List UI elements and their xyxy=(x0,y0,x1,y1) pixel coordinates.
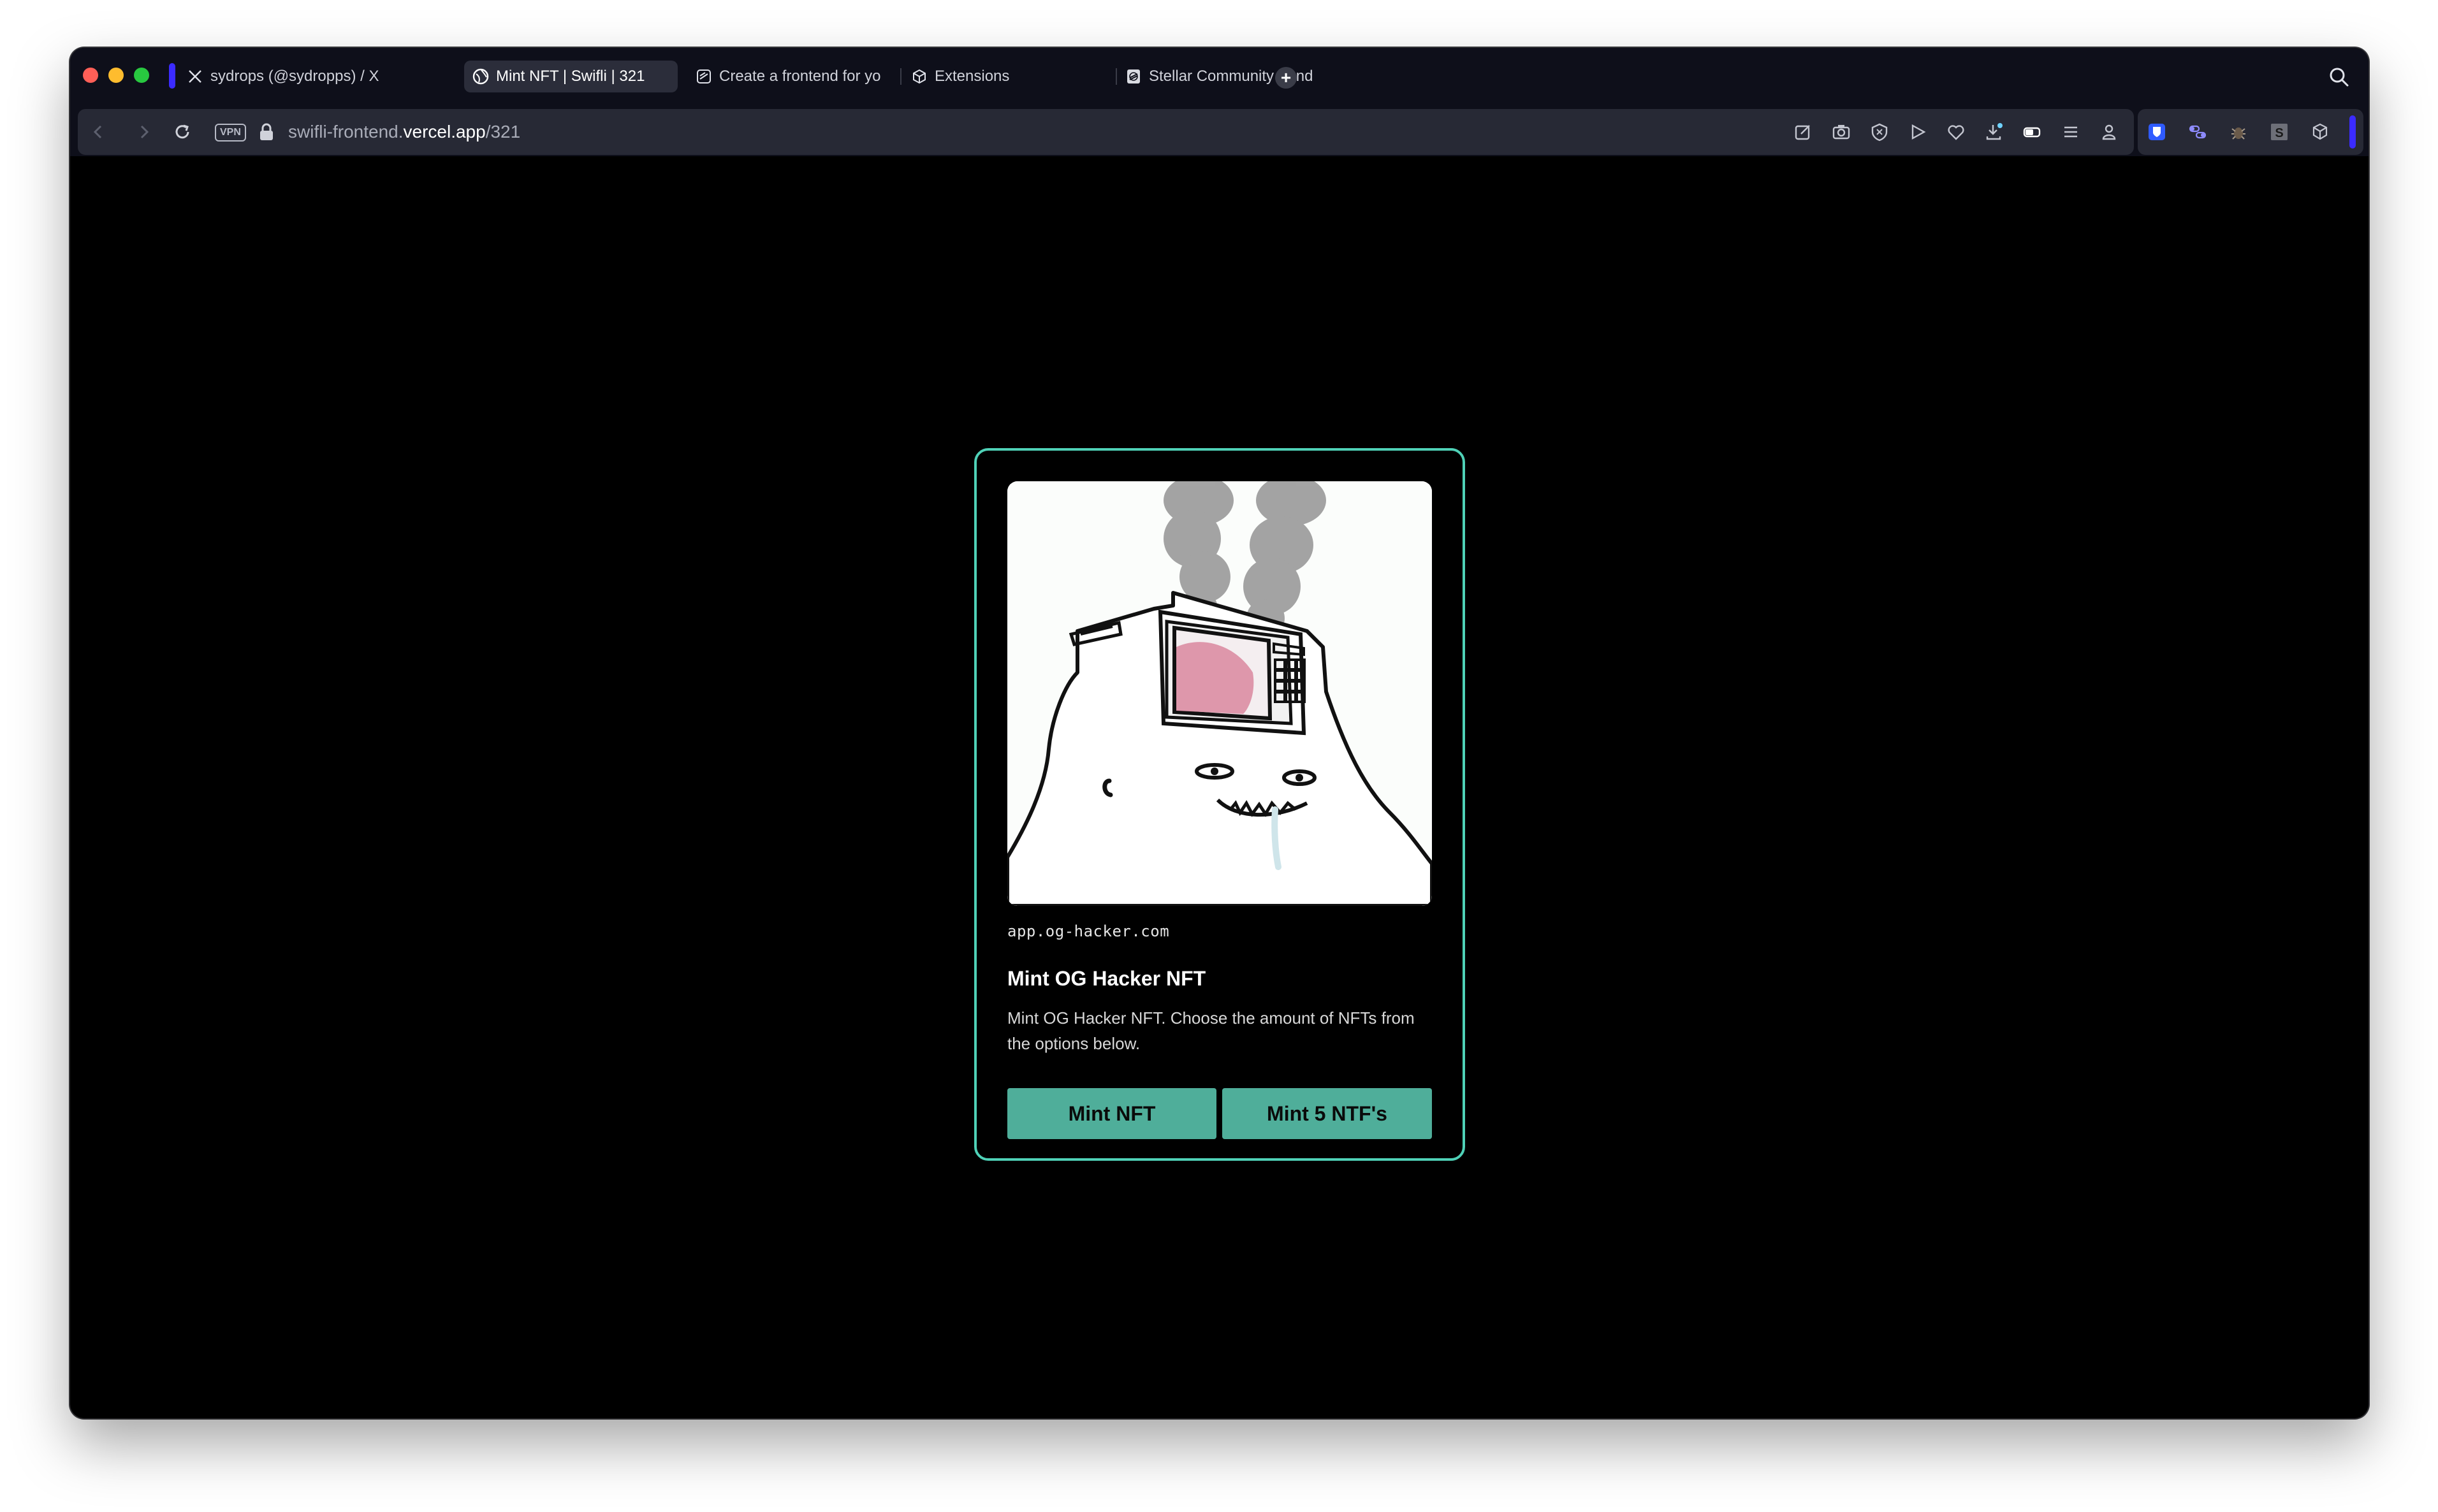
maximize-window-button[interactable] xyxy=(134,68,149,83)
menu-icon[interactable] xyxy=(2061,122,2081,142)
card-description: Mint OG Hacker NFT. Choose the amount of… xyxy=(1007,1008,1415,1053)
shield-icon[interactable] xyxy=(1869,122,1890,142)
sidebar-accent-right xyxy=(2349,115,2356,149)
card-title: Mint OG Hacker NFT xyxy=(1007,967,1206,990)
new-tab-button[interactable]: + xyxy=(1275,67,1297,89)
url-path: /321 xyxy=(485,122,521,142)
mint-5-nfts-button[interactable]: Mint 5 NTF's xyxy=(1222,1088,1432,1139)
heart-icon[interactable] xyxy=(1946,122,1966,142)
x-logo-icon xyxy=(186,68,204,85)
reload-icon[interactable] xyxy=(171,120,194,143)
nft-image xyxy=(1007,481,1432,906)
cube-extension-icon[interactable] xyxy=(2310,122,2330,142)
forward-arrow-icon[interactable] xyxy=(133,120,156,143)
close-window-button[interactable] xyxy=(83,68,98,83)
download-icon[interactable] xyxy=(1984,122,2004,142)
sidebar-accent xyxy=(169,63,175,89)
og-hacker-illustration xyxy=(1007,481,1432,906)
tab-x[interactable]: sydrops (@sydropps) / X xyxy=(179,61,459,92)
tab-extensions[interactable]: Extensions xyxy=(903,61,1113,92)
site-domain: app.og-hacker.com xyxy=(1007,922,1170,940)
mint-card: app.og-hacker.com Mint OG Hacker NFT Min… xyxy=(974,448,1465,1161)
bug-extension-icon[interactable] xyxy=(2228,122,2249,142)
extension-toggle-icon[interactable] xyxy=(2187,122,2208,142)
minimize-window-button[interactable] xyxy=(108,68,124,83)
back-arrow-icon[interactable] xyxy=(87,120,110,143)
search-tabs-icon[interactable] xyxy=(2328,66,2351,89)
url-host: vercel.app xyxy=(403,122,486,142)
tab-label: Mint NFT | Swifli | 321 xyxy=(496,68,645,85)
vpn-badge[interactable]: VPN xyxy=(215,124,246,142)
url-text[interactable]: swifli-frontend.vercel.app/321 xyxy=(288,120,520,143)
edit-icon[interactable] xyxy=(1793,122,1813,142)
battery-icon[interactable] xyxy=(2022,122,2043,142)
globe-icon xyxy=(472,68,490,85)
stellar-icon xyxy=(1125,68,1142,85)
tab-bar: sydrops (@sydropps) / X Mint NFT | Swifl… xyxy=(70,48,2369,105)
tab-separator xyxy=(900,68,901,85)
mint-nft-button[interactable]: Mint NFT xyxy=(1007,1088,1216,1139)
cube-icon xyxy=(910,68,928,85)
tab-create-frontend[interactable]: Create a frontend for yo xyxy=(687,61,899,92)
extensions-panel: S xyxy=(2138,109,2363,155)
openai-icon xyxy=(695,68,713,85)
tab-label: Create a frontend for yo xyxy=(719,68,881,85)
svg-text:S: S xyxy=(2275,126,2283,140)
play-icon[interactable] xyxy=(1908,122,1928,142)
bitwarden-icon[interactable] xyxy=(2147,122,2167,142)
camera-icon[interactable] xyxy=(1831,122,1851,142)
browser-window: sydrops (@sydropps) / X Mint NFT | Swifl… xyxy=(70,48,2369,1418)
tab-label: sydrops (@sydropps) / X xyxy=(210,68,379,85)
tab-mint-nft[interactable]: Mint NFT | Swifli | 321 xyxy=(464,61,678,92)
url-prefix: swifli-frontend. xyxy=(288,122,404,142)
toolbar: VPN swifli-frontend.vercel.app/321 S xyxy=(70,105,2369,156)
profile-icon[interactable] xyxy=(2099,122,2119,142)
s-extension-icon[interactable]: S xyxy=(2269,122,2289,142)
lock-icon[interactable] xyxy=(258,122,275,142)
address-bar[interactable]: VPN swifli-frontend.vercel.app/321 xyxy=(78,109,2134,155)
tab-label: Extensions xyxy=(935,68,1010,85)
